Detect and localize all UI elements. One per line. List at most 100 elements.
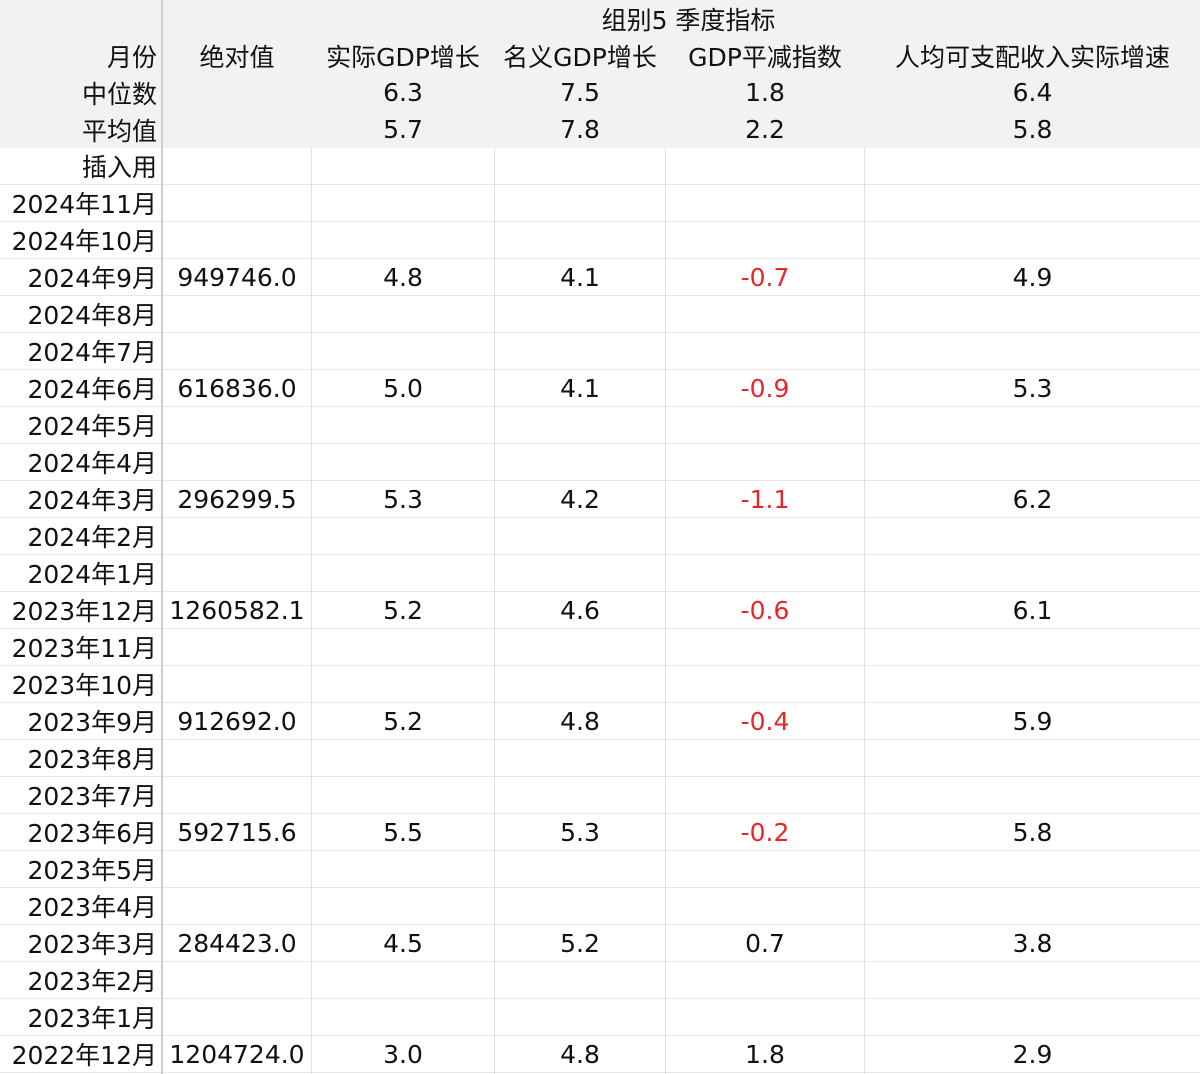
median-cell[interactable]: 1.8	[666, 74, 864, 111]
income-growth-cell[interactable]	[865, 851, 1200, 887]
absolute-cell[interactable]	[163, 518, 311, 554]
nominal-gdp-cell[interactable]: 5.2	[495, 925, 665, 961]
month-cell[interactable]: 2024年7月	[0, 333, 161, 369]
absolute-cell[interactable]	[163, 148, 311, 184]
absolute-cell[interactable]: 616836.0	[163, 370, 311, 406]
average-cell[interactable]: 5.7	[312, 111, 494, 148]
gdp-deflator-cell[interactable]	[666, 888, 864, 924]
month-cell[interactable]: 2023年9月	[0, 703, 161, 739]
nominal-gdp-cell[interactable]: 4.2	[495, 481, 665, 517]
month-cell[interactable]: 2024年1月	[0, 555, 161, 591]
income-growth-cell[interactable]	[865, 962, 1200, 998]
month-cell[interactable]: 2023年6月	[0, 814, 161, 850]
gdp-deflator-cell[interactable]	[666, 851, 864, 887]
average-label[interactable]: 平均值	[0, 111, 161, 148]
nominal-gdp-cell[interactable]	[495, 740, 665, 776]
real-gdp-cell[interactable]	[312, 851, 494, 887]
gdp-deflator-cell[interactable]	[666, 629, 864, 665]
real-gdp-cell[interactable]: 5.2	[312, 592, 494, 628]
real-gdp-cell[interactable]	[312, 222, 494, 258]
income-growth-cell[interactable]	[865, 407, 1200, 443]
income-growth-cell[interactable]	[865, 185, 1200, 221]
gdp-deflator-cell[interactable]	[666, 185, 864, 221]
median-label[interactable]: 中位数	[0, 74, 161, 111]
gdp-deflator-cell[interactable]	[666, 444, 864, 480]
absolute-cell[interactable]: 296299.5	[163, 481, 311, 517]
real-gdp-cell[interactable]	[312, 888, 494, 924]
absolute-cell[interactable]: 284423.0	[163, 925, 311, 961]
month-cell[interactable]: 2023年8月	[0, 740, 161, 776]
median-cell[interactable]	[163, 74, 311, 111]
median-cell[interactable]: 6.4	[865, 74, 1200, 111]
month-cell[interactable]: 插入用	[0, 148, 161, 184]
nominal-gdp-cell[interactable]	[495, 185, 665, 221]
real-gdp-cell[interactable]: 3.0	[312, 1036, 494, 1072]
real-gdp-cell[interactable]	[312, 185, 494, 221]
nominal-gdp-cell[interactable]: 4.6	[495, 592, 665, 628]
absolute-cell[interactable]	[163, 444, 311, 480]
header-month[interactable]: 月份	[0, 37, 161, 74]
month-cell[interactable]: 2023年5月	[0, 851, 161, 887]
gdp-deflator-cell[interactable]: -0.7	[666, 259, 864, 295]
absolute-cell[interactable]	[163, 999, 311, 1035]
absolute-cell[interactable]	[163, 629, 311, 665]
income-growth-cell[interactable]	[865, 222, 1200, 258]
month-cell[interactable]: 2023年4月	[0, 888, 161, 924]
income-growth-cell[interactable]	[865, 888, 1200, 924]
real-gdp-cell[interactable]: 4.8	[312, 259, 494, 295]
absolute-cell[interactable]: 912692.0	[163, 703, 311, 739]
month-cell[interactable]: 2024年2月	[0, 518, 161, 554]
gdp-deflator-cell[interactable]	[666, 333, 864, 369]
nominal-gdp-cell[interactable]	[495, 333, 665, 369]
nominal-gdp-cell[interactable]	[495, 407, 665, 443]
gdp-deflator-cell[interactable]	[666, 148, 864, 184]
absolute-cell[interactable]	[163, 666, 311, 702]
absolute-cell[interactable]	[163, 888, 311, 924]
income-growth-cell[interactable]	[865, 518, 1200, 554]
gdp-deflator-cell[interactable]: -1.1	[666, 481, 864, 517]
absolute-cell[interactable]	[163, 740, 311, 776]
nominal-gdp-cell[interactable]: 4.1	[495, 370, 665, 406]
gdp-deflator-cell[interactable]	[666, 222, 864, 258]
income-growth-cell[interactable]: 5.8	[865, 814, 1200, 850]
nominal-gdp-cell[interactable]: 5.3	[495, 814, 665, 850]
month-cell[interactable]: 2024年11月	[0, 185, 161, 221]
real-gdp-cell[interactable]	[312, 444, 494, 480]
real-gdp-cell[interactable]	[312, 629, 494, 665]
absolute-cell[interactable]	[163, 222, 311, 258]
header-nominal-gdp[interactable]: 名义GDP增长	[495, 37, 665, 74]
average-cell[interactable]: 5.8	[865, 111, 1200, 148]
income-growth-cell[interactable]: 5.9	[865, 703, 1200, 739]
real-gdp-cell[interactable]: 5.3	[312, 481, 494, 517]
spreadsheet[interactable]: 组别5 季度指标 月份 绝对值 实际GDP增长 名义GDP增长 GDP平减指数 …	[0, 0, 1200, 1074]
real-gdp-cell[interactable]	[312, 555, 494, 591]
nominal-gdp-cell[interactable]	[495, 888, 665, 924]
month-cell[interactable]: 2024年8月	[0, 296, 161, 332]
income-growth-cell[interactable]	[865, 555, 1200, 591]
gdp-deflator-cell[interactable]: 1.8	[666, 1036, 864, 1072]
real-gdp-cell[interactable]	[312, 148, 494, 184]
income-growth-cell[interactable]: 5.3	[865, 370, 1200, 406]
nominal-gdp-cell[interactable]: 4.8	[495, 703, 665, 739]
gdp-deflator-cell[interactable]: -0.2	[666, 814, 864, 850]
nominal-gdp-cell[interactable]	[495, 444, 665, 480]
header-absolute[interactable]: 绝对值	[163, 37, 311, 74]
nominal-gdp-cell[interactable]: 4.8	[495, 1036, 665, 1072]
real-gdp-cell[interactable]	[312, 740, 494, 776]
month-cell[interactable]: 2023年7月	[0, 777, 161, 813]
income-growth-cell[interactable]	[865, 444, 1200, 480]
real-gdp-cell[interactable]	[312, 407, 494, 443]
gdp-deflator-cell[interactable]	[666, 999, 864, 1035]
month-cell[interactable]: 2024年5月	[0, 407, 161, 443]
absolute-cell[interactable]: 1260582.1	[163, 592, 311, 628]
month-cell[interactable]: 2023年1月	[0, 999, 161, 1035]
absolute-cell[interactable]	[163, 407, 311, 443]
nominal-gdp-cell[interactable]	[495, 962, 665, 998]
absolute-cell[interactable]	[163, 962, 311, 998]
income-growth-cell[interactable]	[865, 333, 1200, 369]
month-cell[interactable]: 2024年3月	[0, 481, 161, 517]
header-gdp-deflator[interactable]: GDP平减指数	[666, 37, 864, 74]
nominal-gdp-cell[interactable]	[495, 999, 665, 1035]
gdp-deflator-cell[interactable]	[666, 407, 864, 443]
month-cell[interactable]: 2023年10月	[0, 666, 161, 702]
